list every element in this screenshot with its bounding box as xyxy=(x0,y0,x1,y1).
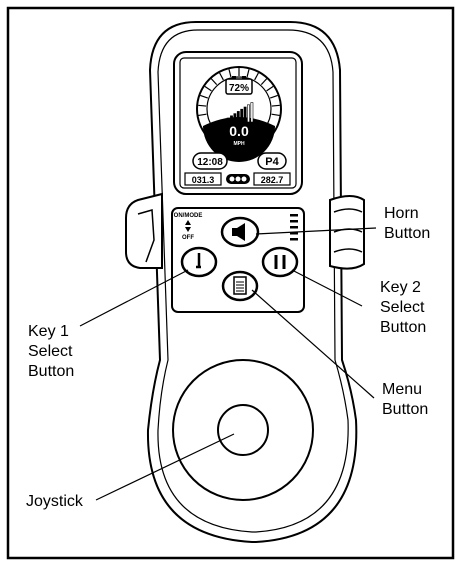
menu-label-line-2: Button xyxy=(382,401,429,418)
joystick-label: Joystick xyxy=(26,493,83,510)
battery-bar xyxy=(230,115,233,123)
battery-bar xyxy=(243,106,247,123)
battery-bar xyxy=(250,102,254,123)
left-side-clip xyxy=(125,192,163,269)
key1-label-line-2: Select xyxy=(28,343,73,360)
battery-percent: 72% xyxy=(229,83,249,94)
battery-bar xyxy=(233,113,237,123)
gauge-segment-divider xyxy=(271,104,280,107)
battery-bar xyxy=(247,104,250,123)
battery-bar xyxy=(226,117,230,123)
key2-button-label: Key 2 Select Button xyxy=(380,278,426,338)
gauge-segment-divider xyxy=(198,104,207,107)
key1-button-label: Key 1 Select Button xyxy=(28,322,74,382)
speed-unit: MPH xyxy=(233,141,245,147)
odometer-value: 282.7 xyxy=(261,175,284,185)
off-label: OFF xyxy=(182,235,194,241)
key1-label-line-3: Button xyxy=(28,363,75,380)
key2-label-line-1: Key 2 xyxy=(380,279,421,296)
joystick-knob[interactable] xyxy=(217,404,269,456)
time-value: 12:08 xyxy=(197,157,223,168)
battery-bar xyxy=(236,111,240,123)
key2-label-line-2: Select xyxy=(380,299,425,316)
key2-button[interactable] xyxy=(261,246,299,278)
joystick-controller-diagram: 72% 0.0 MPH 12:08 P4 031.3 282.7 ON/MODE… xyxy=(0,0,461,566)
key1-label-line-1: Key 1 xyxy=(28,323,69,340)
battery-bar xyxy=(240,108,244,123)
trip-value: 031.3 xyxy=(192,175,215,185)
horn-button-label: Horn Button xyxy=(384,204,430,244)
speed-value: 0.0 xyxy=(229,123,249,139)
menu-button-label: Menu Button xyxy=(382,380,428,420)
horn-label-line-1: Horn xyxy=(384,205,419,222)
horn-label-line-2: Button xyxy=(384,225,431,242)
menu-label-line-1: Menu xyxy=(382,381,423,398)
onmode-label: ON/MODE xyxy=(174,213,203,219)
profile-value: P4 xyxy=(265,156,279,168)
key2-label-line-3: Button xyxy=(380,319,427,336)
